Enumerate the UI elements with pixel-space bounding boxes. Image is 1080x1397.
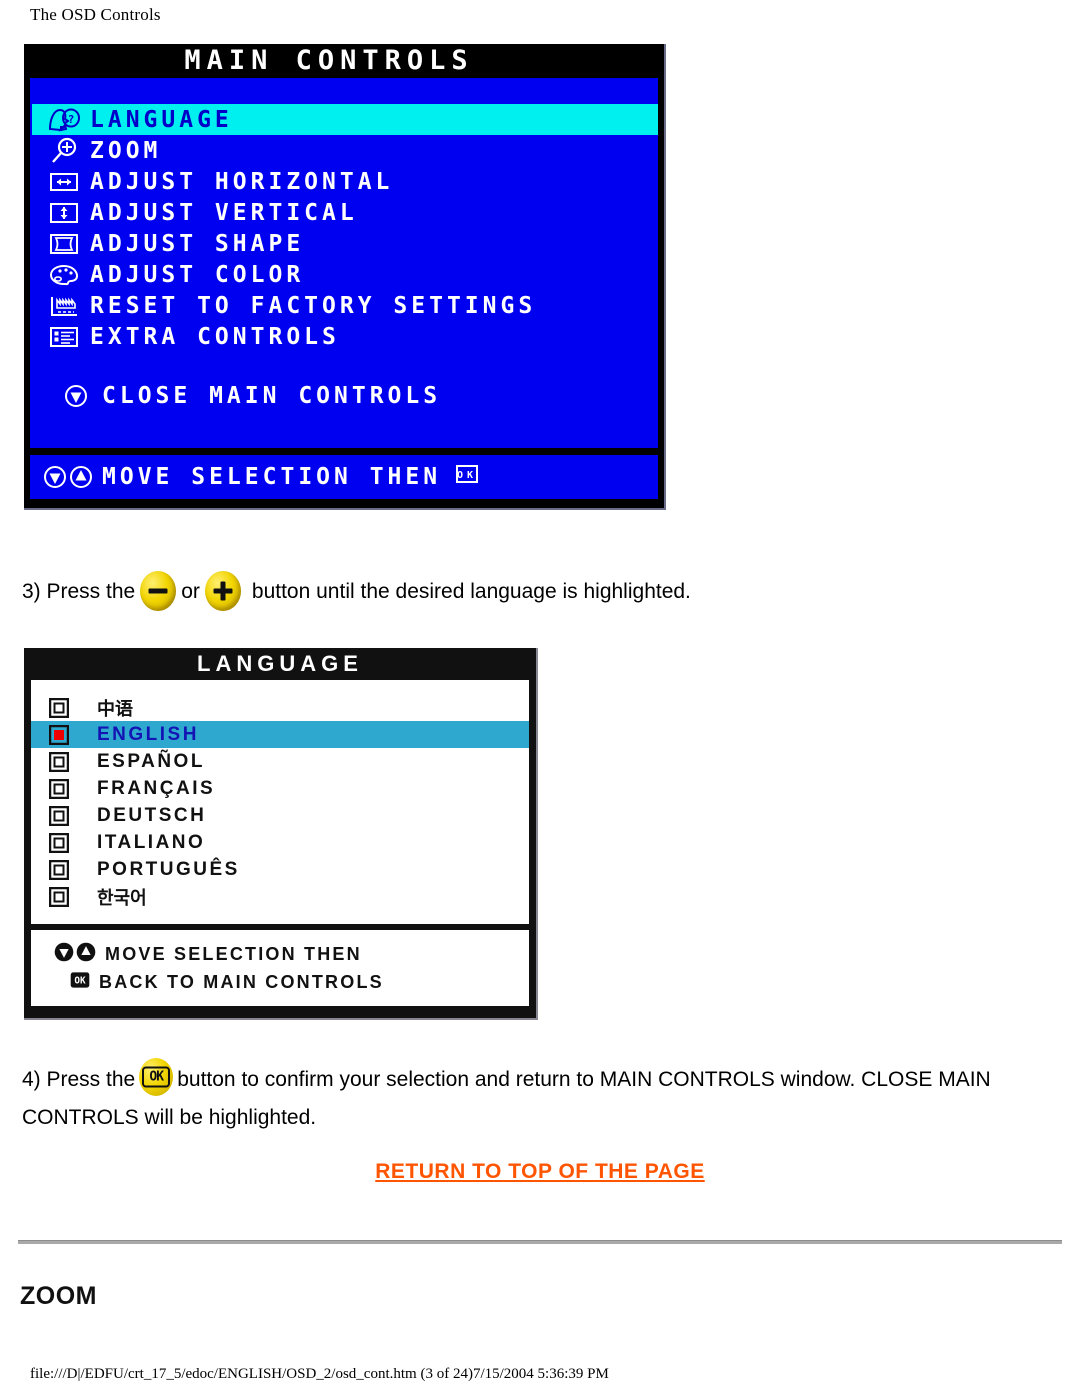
main-menu-item-language[interactable]: ? LANGUAGE (32, 104, 658, 135)
language-label: 中语 (97, 698, 133, 720)
up-arrow-circle-icon (68, 464, 94, 490)
language-footer-back-text: BACK TO MAIN CONTROLS (99, 971, 384, 992)
ok-button-icon: OK (69, 969, 91, 996)
main-controls-list: ? LANGUAGE ZOOM ADJUST HORIZONTAL ADJUST… (30, 78, 658, 448)
main-menu-item-close-main-controls[interactable]: CLOSE MAIN CONTROLS (32, 380, 658, 411)
list-gap (32, 352, 658, 380)
main-menu-label: ADJUST VERTICAL (90, 199, 358, 226)
language-item-portugues[interactable]: PORTUGUÊS (31, 856, 529, 883)
language-list: 中语 ENGLISH ESPAÑOL FRANÇAIS DEUTSCH ITAL… (31, 680, 529, 924)
step3-conjunction: or (181, 579, 200, 603)
main-menu-label: ADJUST HORIZONTAL (90, 168, 394, 195)
radio-unselected-icon (49, 805, 79, 826)
main-menu-item-extra-controls[interactable]: EXTRA CONTROLS (32, 321, 658, 352)
language-osd: LANGUAGE 中语 ENGLISH ESPAÑOL FRANÇAIS DEU… (24, 648, 538, 1020)
svg-text:OK: OK (457, 470, 477, 481)
main-menu-item-adjust-color[interactable]: ADJUST COLOR (32, 259, 658, 290)
main-menu-item-zoom[interactable]: ZOOM (32, 135, 658, 166)
radio-unselected-icon (49, 751, 79, 772)
main-controls-title: MAIN CONTROLS (24, 44, 664, 78)
language-item-chinese[interactable]: 中语 (31, 694, 529, 721)
language-item-korean[interactable]: 한국어 (31, 883, 529, 910)
step-4-instruction: 4) Press the OK button to confirm your sel… (22, 1058, 1062, 1137)
language-label: ITALIANO (97, 831, 206, 853)
footer-hint-text: MOVE SELECTION THEN (102, 464, 442, 490)
step3-prefix: 3) Press the (22, 579, 136, 603)
main-menu-label: EXTRA CONTROLS (90, 323, 340, 350)
radio-selected-icon (49, 724, 79, 745)
adjust-vertical-icon (44, 199, 84, 227)
main-controls-footer: MOVE SELECTION THEN OK (30, 455, 658, 499)
main-menu-item-adjust-horizontal[interactable]: ADJUST HORIZONTAL (32, 166, 658, 197)
magnifier-plus-icon (44, 137, 84, 165)
language-label: FRANÇAIS (97, 777, 216, 799)
language-footer: MOVE SELECTION THEN OK BACK TO MAIN CONT… (31, 930, 529, 1006)
main-menu-item-adjust-vertical[interactable]: ADJUST VERTICAL (32, 197, 658, 228)
main-menu-item-reset-factory[interactable]: RESET TO FACTORY SETTINGS (32, 290, 658, 321)
plus-button[interactable] (204, 571, 241, 611)
language-item-english[interactable]: ENGLISH (31, 721, 529, 748)
radio-unselected-icon (49, 832, 79, 853)
factory-reset-icon (44, 292, 84, 320)
radio-unselected-icon (49, 697, 79, 718)
language-item-espanol[interactable]: ESPAÑOL (31, 748, 529, 775)
language-footer-line-back: OK BACK TO MAIN CONTROLS (53, 968, 529, 996)
main-menu-label: RESET TO FACTORY SETTINGS (90, 292, 537, 319)
language-label: ESPAÑOL (97, 750, 205, 772)
svg-text:?: ? (68, 113, 75, 126)
down-arrow-circle-icon (53, 941, 75, 968)
language-label: 한국어 (97, 887, 147, 909)
main-menu-item-adjust-shape[interactable]: ADJUST SHAPE (32, 228, 658, 259)
main-menu-label: ZOOM (90, 137, 162, 164)
adjust-color-palette-icon (44, 261, 84, 289)
radio-unselected-icon (49, 886, 79, 907)
up-arrow-circle-icon (75, 941, 97, 968)
radio-unselected-icon (49, 778, 79, 799)
ok-button-icon: OK (455, 462, 479, 492)
language-footer-move-text: MOVE SELECTION THEN (105, 943, 362, 964)
language-item-francais[interactable]: FRANÇAIS (31, 775, 529, 802)
minus-button[interactable] (140, 571, 177, 611)
language-osd-title: LANGUAGE (197, 651, 363, 676)
section-heading-zoom: ZOOM (20, 1282, 97, 1310)
language-label: DEUTSCH (97, 804, 207, 826)
language-label: PORTUGUÊS (97, 858, 240, 880)
main-menu-label: CLOSE MAIN CONTROLS (102, 382, 442, 409)
list-top-spacer (32, 78, 658, 104)
down-arrow-circle-icon (56, 382, 96, 410)
page-title: The OSD Controls (30, 5, 161, 24)
horizontal-divider (18, 1240, 1062, 1244)
ok-button-label: OK (142, 1066, 171, 1088)
svg-text:OK: OK (74, 975, 86, 986)
footer-file-path: file:///D|/EDFU/crt_17_5/edoc/ENGLISH/OS… (30, 1366, 609, 1382)
down-arrow-circle-icon (42, 464, 68, 490)
language-faces-icon: ? (44, 106, 84, 134)
main-menu-label: LANGUAGE (90, 106, 233, 133)
language-footer-line-move: MOVE SELECTION THEN (53, 940, 529, 968)
return-to-top-link[interactable]: RETURN TO TOP OF THE PAGE (375, 1160, 704, 1183)
ok-button[interactable]: OK (139, 1058, 174, 1096)
step4-prefix: 4) Press the (22, 1068, 136, 1091)
main-controls-osd: MAIN CONTROLS ? LANGUAGE ZOOM ADJUST HOR… (24, 44, 666, 510)
language-item-italiano[interactable]: ITALIANO (31, 829, 529, 856)
adjust-shape-icon (44, 230, 84, 258)
return-to-top-link-container: RETURN TO TOP OF THE PAGE (0, 1160, 1080, 1184)
main-controls-footer-hint: MOVE SELECTION THEN OK (94, 462, 479, 492)
language-label: ENGLISH (97, 723, 199, 745)
radio-unselected-icon (49, 859, 79, 880)
extra-controls-list-icon (44, 323, 84, 351)
main-menu-label: ADJUST SHAPE (90, 230, 305, 257)
language-item-deutsch[interactable]: DEUTSCH (31, 802, 529, 829)
step3-suffix: button until the desired language is hig… (251, 579, 691, 603)
step-3-instruction: 3) Press the or button until the desired… (22, 571, 691, 611)
adjust-horizontal-icon (44, 168, 84, 196)
main-menu-label: ADJUST COLOR (90, 261, 305, 288)
main-controls-footer-divider (30, 448, 658, 455)
